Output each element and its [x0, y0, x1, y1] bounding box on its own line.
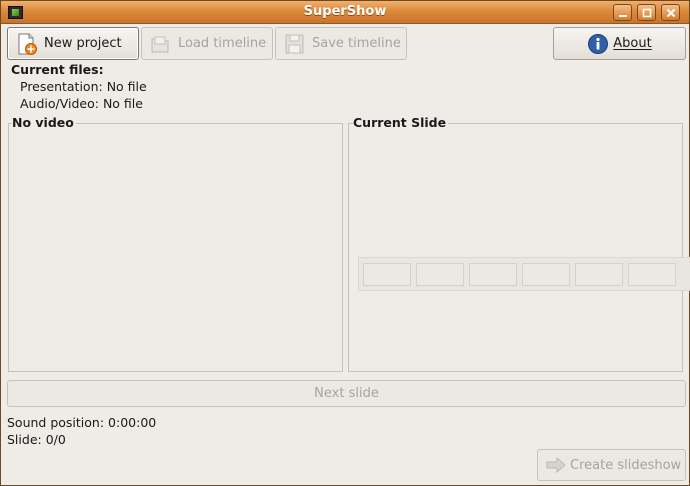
- slide-panel-label: Current Slide: [353, 115, 448, 130]
- maximize-icon: [641, 7, 653, 19]
- video-panel-label: No video: [12, 115, 76, 130]
- maximize-button[interactable]: [637, 4, 656, 21]
- slide-thumbnail-strip: [358, 257, 690, 291]
- current-files-heading: Current files:: [11, 62, 104, 77]
- new-project-label: New project: [44, 36, 122, 51]
- save-timeline-label: Save timeline: [312, 36, 401, 51]
- new-project-button[interactable]: New project: [7, 27, 139, 60]
- about-button[interactable]: About: [553, 27, 686, 60]
- minimize-button[interactable]: [613, 4, 632, 21]
- next-slide-button[interactable]: Next slide: [7, 380, 686, 407]
- slide-thumbnail-placeholder: [628, 263, 676, 286]
- close-button[interactable]: [661, 4, 680, 21]
- slide-thumbnail-placeholder: [575, 263, 623, 286]
- slide-panel: [348, 123, 683, 372]
- load-timeline-button[interactable]: Load timeline: [141, 27, 273, 60]
- main-window: SuperShow New project Loa: [0, 0, 690, 486]
- audio-video-file-text: Audio/Video: No file: [20, 96, 143, 111]
- slide-thumbnail-placeholder: [416, 263, 464, 286]
- title-bar[interactable]: SuperShow: [1, 1, 689, 24]
- load-timeline-label: Load timeline: [178, 36, 266, 51]
- sound-position-text: Sound position: 0:00:00: [7, 415, 156, 430]
- window-title: SuperShow: [1, 4, 689, 19]
- slide-thumbnail-placeholder: [522, 263, 570, 286]
- create-slideshow-label: Create slideshow: [570, 458, 681, 473]
- slide-thumbnail-placeholder: [469, 263, 517, 286]
- slide-thumbnail-placeholder: [363, 263, 411, 286]
- save-timeline-button[interactable]: Save timeline: [275, 27, 407, 60]
- save-icon: [282, 32, 306, 56]
- close-icon: [665, 7, 677, 19]
- about-label: About: [613, 36, 651, 51]
- minimize-icon: [617, 7, 629, 19]
- video-panel: [8, 123, 343, 372]
- new-document-icon: [14, 32, 38, 56]
- create-slideshow-button[interactable]: Create slideshow: [537, 449, 686, 481]
- slide-counter-text: Slide: 0/0: [7, 432, 66, 447]
- open-icon: [148, 32, 172, 56]
- info-icon: [587, 33, 609, 55]
- presentation-file-text: Presentation: No file: [20, 79, 147, 94]
- forward-arrow-icon: [546, 457, 566, 473]
